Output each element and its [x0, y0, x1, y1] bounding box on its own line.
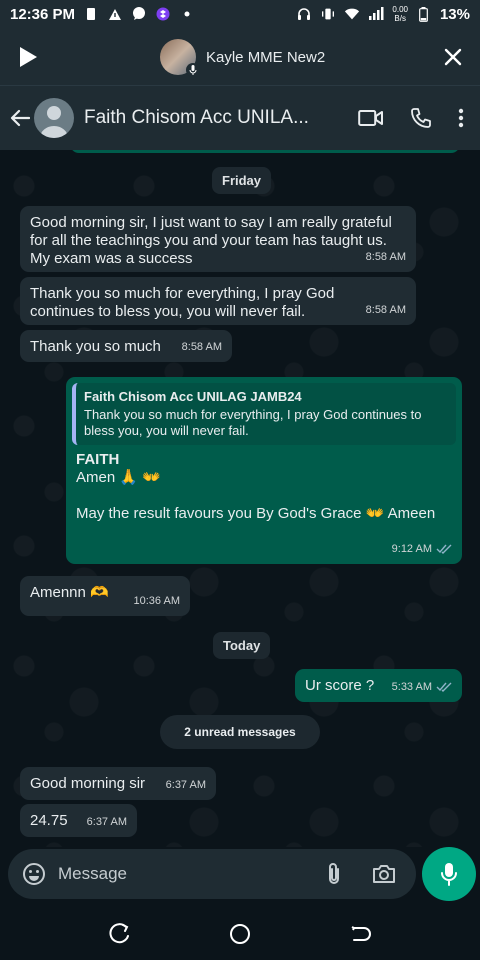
- message-time: 10:36 AM: [133, 595, 180, 607]
- message-text: Amennn 🫶: [30, 584, 109, 601]
- recent-apps-icon[interactable]: [109, 922, 131, 945]
- attach-icon[interactable]: [326, 862, 342, 886]
- close-icon[interactable]: [444, 48, 462, 66]
- message-text: Ur score ?: [305, 677, 375, 694]
- back-nav-icon[interactable]: [349, 923, 371, 945]
- app-notification-icon: [155, 6, 171, 22]
- read-receipt-icon: [436, 682, 452, 692]
- reply-sender-label: FAITH: [76, 451, 120, 468]
- message-time: 6:37 AM: [86, 816, 127, 828]
- microphone-icon: [441, 863, 457, 886]
- play-icon[interactable]: [18, 46, 38, 68]
- composer: [0, 847, 480, 907]
- ongoing-call-bar[interactable]: Kayle MME New2: [0, 28, 480, 86]
- contact-avatar[interactable]: [34, 98, 74, 138]
- chat-area[interactable]: Friday Good morning sir, I just want to …: [0, 150, 480, 847]
- message-outgoing[interactable]: Ur score ? 5:33 AM: [295, 669, 462, 702]
- battery-icon: [416, 6, 432, 22]
- message-incoming[interactable]: Thank you so much for everything, I pray…: [20, 277, 416, 325]
- quoted-message[interactable]: Faith Chisom Acc UNILAG JAMB24 Thank you…: [72, 383, 456, 445]
- video-call-icon[interactable]: [358, 109, 384, 127]
- contact-name[interactable]: Faith Chisom Acc UNILA...: [84, 107, 324, 129]
- unread-messages-banner: 2 unread messages: [160, 715, 320, 749]
- battery-percent: 13%: [439, 5, 470, 23]
- message-time: 6:37 AM: [165, 779, 206, 791]
- status-bar: 12:36 PM 0.00 B/s 13%: [0, 0, 480, 28]
- message-time: 9:12 AM: [392, 540, 452, 558]
- message-text: Thank you so much: [30, 338, 161, 355]
- chat-header: Faith Chisom Acc UNILA...: [0, 86, 480, 150]
- message-input[interactable]: [58, 864, 308, 884]
- wifi-icon: [344, 6, 360, 22]
- vibrate-icon: [320, 6, 336, 22]
- message-time: 8:58 AM: [181, 341, 222, 353]
- signal-icon: [368, 6, 384, 22]
- previous-message-edge: [70, 150, 460, 153]
- camera-icon[interactable]: [372, 864, 396, 884]
- back-arrow-icon[interactable]: [10, 109, 30, 127]
- message-incoming[interactable]: Amennn 🫶 10:36 AM: [20, 576, 190, 616]
- home-icon[interactable]: [229, 923, 251, 945]
- status-time: 12:36 PM: [10, 5, 76, 23]
- quoted-sender: Faith Chisom Acc UNILAG JAMB24: [84, 389, 302, 404]
- call-name: Kayle MME New2: [206, 48, 326, 66]
- dot-icon: [179, 6, 195, 22]
- system-nav-bar: [0, 907, 480, 960]
- chat-notification-icon: [131, 6, 147, 22]
- quoted-text: Thank you so much for everything, I pray…: [84, 407, 422, 438]
- message-incoming[interactable]: 24.75 6:37 AM: [20, 804, 137, 837]
- headset-icon: [296, 6, 312, 22]
- message-time: 5:33 AM: [392, 678, 452, 696]
- message-field[interactable]: [8, 849, 416, 899]
- message-text: 24.75: [30, 812, 68, 829]
- message-incoming[interactable]: Good morning sir 6:37 AM: [20, 767, 216, 800]
- call-info[interactable]: Kayle MME New2: [160, 39, 326, 77]
- net-speed: 0.00 B/s: [392, 5, 408, 23]
- read-receipt-icon: [436, 544, 452, 554]
- message-incoming[interactable]: Thank you so much 8:58 AM: [20, 330, 232, 362]
- message-incoming[interactable]: Good morning sir, I just want to say I a…: [20, 206, 416, 272]
- reply-line-1: Amen 🙏 👐: [76, 469, 161, 486]
- message-text: Good morning sir, I just want to say I a…: [30, 214, 392, 267]
- message-time: 8:58 AM: [365, 304, 406, 316]
- sim-icon: [83, 6, 99, 22]
- message-time: 8:58 AM: [365, 251, 406, 263]
- more-options-icon[interactable]: [458, 108, 464, 128]
- warning-icon: [107, 6, 123, 22]
- call-avatar: [160, 39, 200, 77]
- message-outgoing-reply[interactable]: Faith Chisom Acc UNILAG JAMB24 Thank you…: [66, 377, 462, 564]
- date-chip-friday: Friday: [212, 167, 272, 194]
- date-chip-today: Today: [213, 632, 271, 659]
- emoji-icon[interactable]: [22, 862, 46, 886]
- message-text: Good morning sir: [30, 775, 146, 792]
- voice-record-button[interactable]: [422, 847, 476, 901]
- reply-line-2: May the result favours you By God's Grac…: [76, 505, 436, 522]
- message-text: Thank you so much for everything, I pray…: [30, 285, 335, 320]
- voice-call-icon[interactable]: [410, 107, 432, 129]
- mic-badge-icon: [186, 63, 200, 77]
